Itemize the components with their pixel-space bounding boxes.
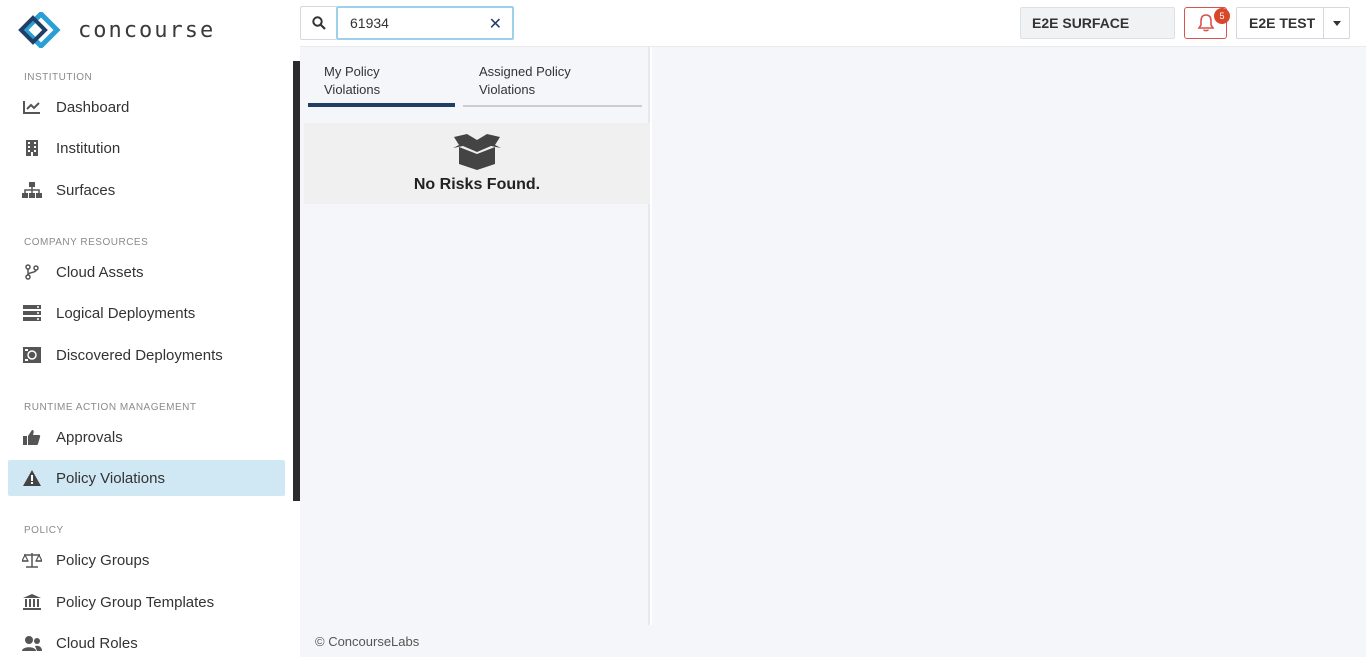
sidebar-item-label: Logical Deployments	[56, 304, 196, 322]
sidebar-item-dashboard[interactable]: Dashboard	[8, 89, 285, 125]
brand-name: concourse	[78, 17, 216, 43]
details-panel	[652, 47, 1366, 657]
balance-scale-icon	[22, 550, 42, 570]
close-icon[interactable]: ✕	[489, 14, 502, 34]
tab-my-policy-violations[interactable]: My Policy Violations	[308, 63, 455, 107]
building-icon	[22, 138, 42, 158]
empty-state-message: No Risks Found.	[413, 175, 541, 193]
sidebar-item-cloud-roles[interactable]: Cloud Roles	[8, 625, 285, 657]
tab-label: My Policy Violations	[324, 64, 381, 97]
tab-label: Assigned Policy Violations	[479, 64, 571, 97]
sidebar-item-label: Surfaces	[56, 181, 116, 199]
sidebar-item-label: Approvals	[56, 428, 123, 446]
warning-icon	[22, 468, 42, 488]
surface-selector[interactable]: E2E SURFACE	[1020, 7, 1175, 39]
sidebar-item-institution[interactable]: Institution	[8, 130, 285, 166]
violations-list-panel: My Policy Violations Assigned Policy Vio…	[300, 47, 650, 625]
sidebar-item-policy-groups[interactable]: Policy Groups	[8, 542, 285, 578]
code-branch-icon	[22, 262, 42, 282]
search-field: ✕	[336, 6, 514, 40]
tab-assigned-policy-violations[interactable]: Assigned Policy Violations	[463, 63, 642, 107]
sidebar-item-label: Dashboard	[56, 98, 130, 116]
notification-count-badge: 5	[1214, 8, 1230, 24]
discovered-icon	[22, 345, 42, 365]
sidebar-item-logical-deployments[interactable]: Logical Deployments	[8, 295, 285, 331]
sidebar-item-label: Cloud Assets	[56, 263, 144, 281]
logo-icon	[18, 12, 61, 48]
section-title-policy: POLICY	[24, 525, 64, 536]
open-box-icon	[453, 133, 501, 170]
server-icon	[22, 303, 42, 323]
search-input[interactable]	[338, 8, 478, 38]
thumbs-up-icon	[22, 427, 42, 447]
section-title-runtime: RUNTIME ACTION MANAGEMENT	[24, 402, 197, 413]
sidebar-item-label: Cloud Roles	[56, 634, 138, 652]
footer-copyright: © ConcourseLabs	[315, 634, 420, 649]
empty-state: No Risks Found.	[304, 123, 650, 204]
sidebar-scrollbar[interactable]	[293, 61, 300, 501]
bell-icon	[1197, 14, 1214, 32]
sidebar-item-policy-group-templates[interactable]: Policy Group Templates	[8, 584, 285, 620]
sidebar-item-discovered-deployments[interactable]: Discovered Deployments	[8, 337, 285, 373]
sidebar: concourse INSTITUTION Dashboard Institut…	[0, 0, 300, 657]
sidebar-item-label: Policy Group Templates	[56, 593, 215, 611]
sidebar-item-label: Institution	[56, 139, 121, 157]
sidebar-item-cloud-assets[interactable]: Cloud Assets	[8, 254, 285, 290]
caret-down-icon	[1332, 20, 1341, 26]
search-icon	[311, 16, 326, 30]
sitemap-icon	[22, 180, 42, 200]
top-header: ✕ E2E SURFACE 5 E2E TEST	[300, 0, 1366, 47]
users-icon	[22, 633, 42, 653]
bank-icon	[22, 592, 42, 612]
user-menu-toggle[interactable]	[1323, 7, 1350, 39]
dashboard-icon	[22, 97, 42, 117]
sidebar-item-label: Policy Violations	[56, 469, 165, 487]
section-title-institution: INSTITUTION	[24, 72, 93, 83]
sidebar-item-policy-violations[interactable]: Policy Violations	[8, 460, 285, 496]
brand-logo[interactable]: concourse	[16, 12, 215, 48]
sidebar-item-approvals[interactable]: Approvals	[8, 419, 285, 455]
sidebar-item-label: Policy Groups	[56, 551, 150, 569]
search-button[interactable]	[300, 6, 336, 40]
sidebar-item-label: Discovered Deployments	[56, 346, 223, 364]
section-title-company-resources: COMPANY RESOURCES	[24, 237, 149, 248]
sidebar-item-surfaces[interactable]: Surfaces	[8, 172, 285, 208]
user-menu-button[interactable]: E2E TEST	[1236, 7, 1324, 39]
